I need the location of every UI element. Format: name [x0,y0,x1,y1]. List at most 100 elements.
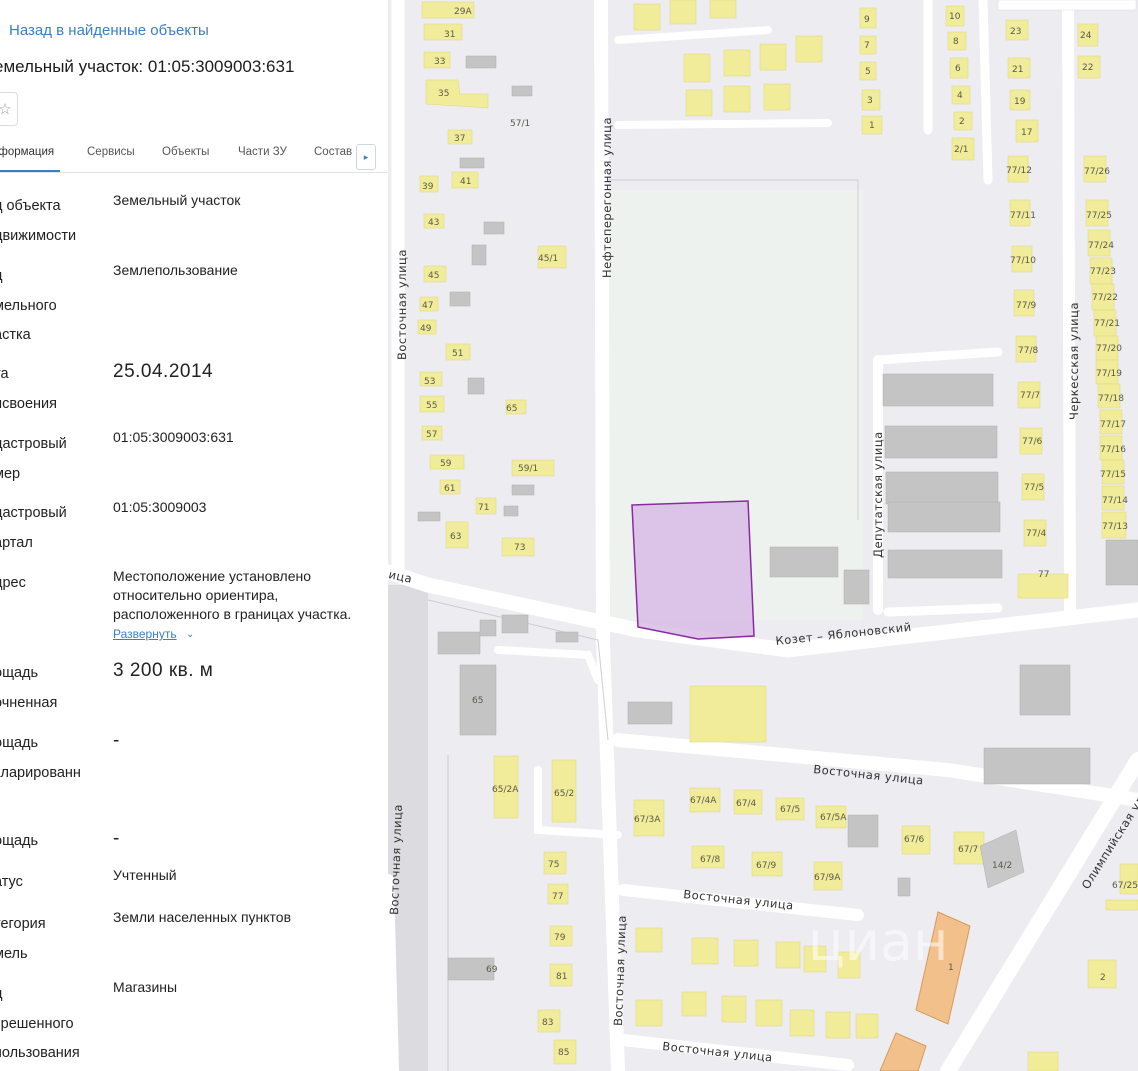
building [511,484,535,496]
tab-objects[interactable]: Объекты [162,146,209,158]
favorite-star-icon[interactable]: ☆ [0,92,18,126]
house-label: 43 [428,218,439,228]
house [759,43,787,71]
house-label: 1 [869,121,875,131]
house-label: 21 [1012,65,1023,75]
chevron-down-icon[interactable]: ⌄ [186,629,194,640]
building [437,631,481,655]
building [997,0,1137,11]
house [723,49,751,77]
house-label: 77/23 [1090,267,1116,277]
building [769,546,839,578]
house-label: 4 [957,91,963,101]
label-address: дрес [0,575,26,591]
chevron-right-icon[interactable]: ▸ [356,144,376,170]
house-label: 77/18 [1098,394,1124,404]
house-label: 39 [422,182,434,192]
building [555,631,579,643]
house-label: 77/20 [1096,344,1122,354]
building [897,877,911,897]
label-category: тегория мель [0,916,46,962]
house [709,0,737,19]
value-cadastral-quarter: 01:05:3009003 [113,499,207,515]
house [635,999,663,1027]
house-label: 3 [867,96,873,106]
house-label: 67/25 [1112,881,1138,891]
house-label: 77/16 [1100,445,1126,455]
building [503,505,519,517]
house-label: 8 [953,37,959,47]
house-label: 77/26 [1084,167,1110,177]
house-label: 2 [959,117,965,127]
house-label: 31 [444,30,455,40]
building [887,501,1001,533]
label-status: атус [0,874,23,890]
house-label: 67/9А [814,873,841,883]
back-link[interactable]: Назад в найденные объекты [9,22,209,39]
house-label: 77/13 [1102,522,1128,532]
house-label: 49 [420,324,432,334]
house-label: 53 [424,377,435,387]
building [417,511,441,522]
building [1019,664,1071,716]
tab-information[interactable]: нформация [0,146,54,158]
tab-services[interactable]: Сервисы [87,146,135,158]
house [685,89,713,117]
house-label: 77/15 [1100,470,1126,480]
tab-parts[interactable]: Части ЗУ [238,146,287,158]
house-label: 77/17 [1100,420,1126,430]
building [449,291,471,307]
house-label: 19 [1014,97,1026,107]
building [847,814,879,848]
value-cadastral-number: 01:05:3009003:631 [113,429,234,445]
tab-composition[interactable]: Состав [314,146,352,158]
label-permitted-use: д зрешенного пользования [0,986,80,1061]
house-label: 65/2А [492,785,519,795]
house-label: 67/7 [958,845,978,855]
house-label: 67/3А [634,815,661,825]
map-canvas[interactable]: 29А 31 33 35 37 39 41 43 45 47 49 51 53 … [388,0,1138,1071]
expand-link[interactable]: Развернуть [113,627,177,641]
house-label: 33 [434,57,445,67]
house-label: 77/8 [1018,346,1038,356]
building [511,85,533,97]
house-label: 57/1 [510,119,530,129]
house-label: 14/2 [992,861,1012,871]
house-label: 23 [1010,27,1021,37]
selected-parcel[interactable] [631,500,755,640]
label-assign-date: та исвоения [0,366,57,412]
label-area: ощадь [0,833,39,849]
house [755,999,783,1027]
street-label-vost-left: Восточная улица [395,249,409,360]
house [795,35,823,63]
value-parcel-kind: Землепользование [113,262,238,278]
value-area-precise: 3 200 кв. м [113,660,214,681]
house-label: 79 [554,933,566,943]
house-label: 45/1 [538,254,558,264]
house-label: 6 [955,64,961,74]
label-area-declared: ощадь кларированн [0,735,81,781]
house-label: 77/7 [1020,391,1040,401]
house-label: 61 [444,484,455,494]
building [501,614,529,634]
house-label: 77/19 [1096,369,1122,379]
value-status: Учтенный [113,867,177,883]
label-cadastral-number: дастровый мер [0,436,67,482]
house-label: 67/5А [820,813,847,823]
value-area-declared: - [113,730,120,751]
house-label: 57 [426,430,437,440]
road-small [883,603,1003,617]
cadastral-map[interactable]: 29А 31 33 35 37 39 41 43 45 47 49 51 53 … [388,0,1138,1071]
building [885,471,999,505]
house [691,937,719,965]
house-label: 77/12 [1006,166,1032,176]
house-label: 65/2 [554,789,574,799]
house [1105,899,1138,911]
page-title: емельный участок: 01:05:3009003:631 [0,57,295,76]
house-label: 85 [558,1048,569,1058]
house [423,23,463,41]
house-label: 77/6 [1022,437,1042,447]
house-label: 29А [454,7,472,17]
house [733,939,759,967]
house-label: 7 [864,41,870,51]
